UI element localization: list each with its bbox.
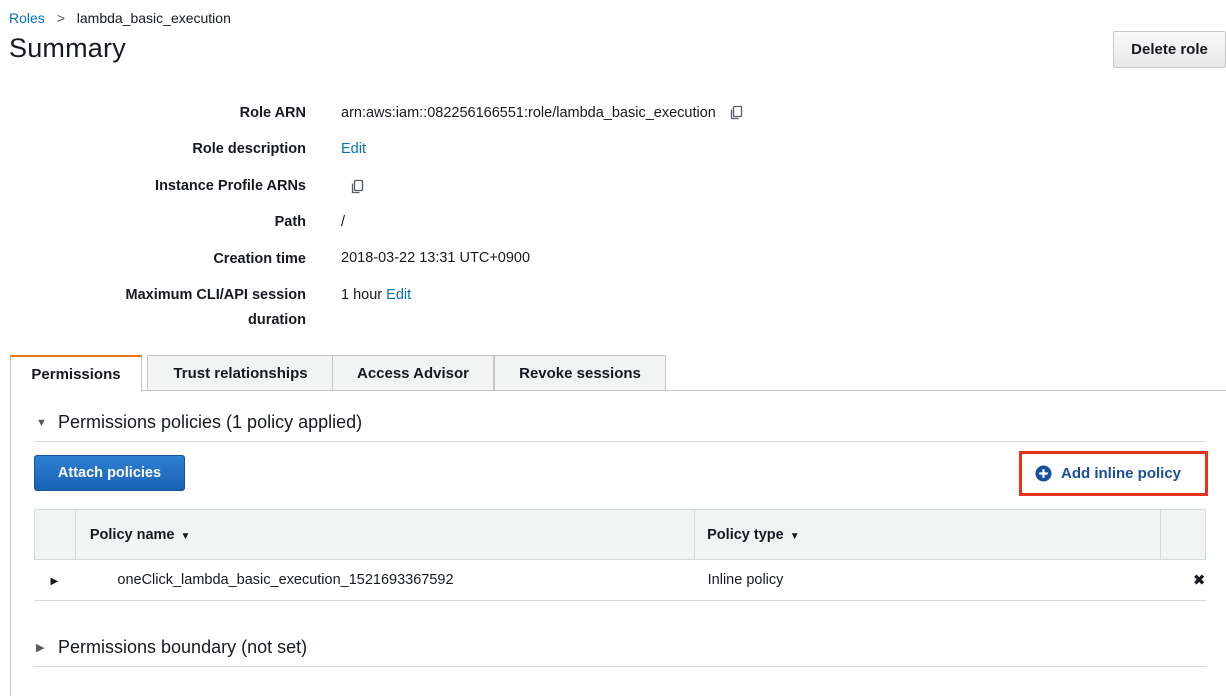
policy-name-cell[interactable]: oneClick_lambda_basic_execution_15216933… [75,572,453,588]
role-arn-value: arn:aws:iam::082256166551:role/lambda_ba… [341,105,716,121]
breadcrumb-roles-link[interactable]: Roles [9,10,45,26]
breadcrumb-separator: > [56,10,65,26]
role-arn-label: Role ARN [239,105,306,121]
max-session-value: 1 hour [341,287,383,303]
permissions-boundary-title: Permissions boundary (not set) [58,637,308,657]
sort-caret-icon: ▼ [180,530,191,542]
role-description-edit-link[interactable]: Edit [341,141,366,157]
creation-time-label: Creation time [213,251,306,267]
add-inline-policy-button[interactable]: Add inline policy [1019,451,1208,496]
tab-trust-relationships[interactable]: Trust relationships [147,355,334,391]
caret-right-icon: ▶ [36,642,45,654]
breadcrumb-current: lambda_basic_execution [76,10,231,26]
tab-underline [10,390,1226,391]
policy-type-column-header[interactable]: Policy type ▼ [694,509,1162,560]
max-session-edit-link[interactable]: Edit [386,287,411,303]
tab-panel-border [10,390,11,696]
tab-permissions[interactable]: Permissions [10,355,142,392]
delete-role-button[interactable]: Delete role [1113,31,1226,68]
table-header-row: Policy name ▼ Policy type ▼ [34,509,1206,560]
page-title: Summary [9,33,126,63]
sort-caret-icon: ▼ [789,530,800,542]
role-description-label: Role description [192,141,306,157]
role-arn-value-wrap: arn:aws:iam::082256166551:role/lambda_ba… [341,103,744,123]
instance-profile-value-wrap [341,177,365,197]
tab-access-advisor[interactable]: Access Advisor [332,355,494,391]
max-session-label-line1: Maximum CLI/API session [125,287,307,303]
permissions-policies-header[interactable]: ▼ Permissions policies (1 policy applied) [36,412,362,433]
policy-name-column-label: Policy name [89,526,175,543]
permissions-policies-title: Permissions policies (1 policy applied) [58,412,363,432]
add-inline-policy-label: Add inline policy [1061,465,1182,482]
copy-icon[interactable] [349,179,365,195]
plus-circle-icon [1035,465,1052,482]
x-icon[interactable]: ✖ [1160,559,1206,601]
section-divider [34,441,1206,442]
policy-name-column-header[interactable]: Policy name ▼ [74,509,696,560]
policy-type-column-label: Policy type [707,526,784,543]
attach-policies-button[interactable]: Attach policies [34,455,185,491]
section-divider [34,666,1206,667]
policy-type-cell: Inline policy [707,572,784,588]
copy-icon[interactable] [728,105,744,121]
expand-column-header [34,509,76,560]
breadcrumb: Roles > lambda_basic_execution [9,10,231,26]
path-value: / [341,214,346,230]
caret-right-icon[interactable]: ▶ [35,576,59,587]
max-session-label-line2: duration [248,312,306,328]
policies-table: Policy name ▼ Policy type ▼ ▶ oneClick_lam… [34,509,1206,601]
actions-column-header [1160,509,1206,560]
table-row[interactable]: ▶ oneClick_lambda_basic_execution_152169… [34,559,1206,601]
instance-profile-label: Instance Profile ARNs [155,178,306,194]
tab-revoke-sessions[interactable]: Revoke sessions [494,355,666,391]
caret-down-icon: ▼ [36,417,47,429]
creation-time-value: 2018-03-22 13:31 UTC+0900 [341,250,531,266]
permissions-boundary-header[interactable]: ▶ Permissions boundary (not set) [36,637,307,658]
path-label: Path [274,214,306,230]
